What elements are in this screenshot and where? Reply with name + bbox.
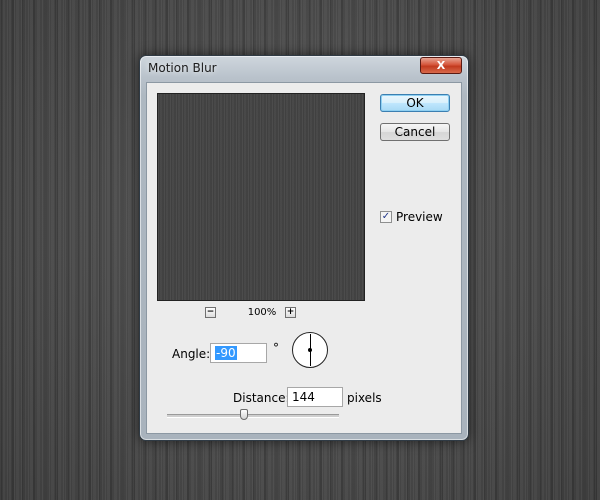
distance-label: Distance: xyxy=(233,391,290,405)
distance-unit: pixels xyxy=(347,391,382,405)
distance-slider-track[interactable] xyxy=(167,414,339,418)
angle-input[interactable]: -90 xyxy=(210,343,267,363)
ok-button[interactable]: OK xyxy=(380,94,450,112)
dialog-title: Motion Blur xyxy=(148,61,217,75)
dialog-content: − 100% + OK Cancel ✓ Preview Angle: -90 … xyxy=(146,82,462,434)
preview-toggle[interactable]: ✓ Preview xyxy=(380,210,443,224)
angle-dial-center xyxy=(308,348,312,352)
preview-checkbox-label: Preview xyxy=(396,210,443,224)
cancel-button[interactable]: Cancel xyxy=(380,123,450,141)
zoom-in-button[interactable]: + xyxy=(285,307,296,318)
zoom-out-button[interactable]: − xyxy=(205,307,216,318)
motion-blur-dialog: Motion Blur X − 100% + OK Cancel ✓ Previ… xyxy=(139,55,469,441)
distance-slider-thumb[interactable] xyxy=(240,409,249,420)
distance-input[interactable]: 144 xyxy=(287,387,343,407)
preview-area[interactable] xyxy=(157,93,365,301)
angle-label: Angle: xyxy=(172,347,211,361)
close-button[interactable]: X xyxy=(420,57,462,74)
angle-dial[interactable] xyxy=(292,332,328,368)
zoom-level: 100% xyxy=(247,307,277,318)
angle-value: -90 xyxy=(215,346,237,360)
preview-checkbox[interactable]: ✓ xyxy=(380,211,392,223)
degree-unit: ° xyxy=(273,341,279,355)
